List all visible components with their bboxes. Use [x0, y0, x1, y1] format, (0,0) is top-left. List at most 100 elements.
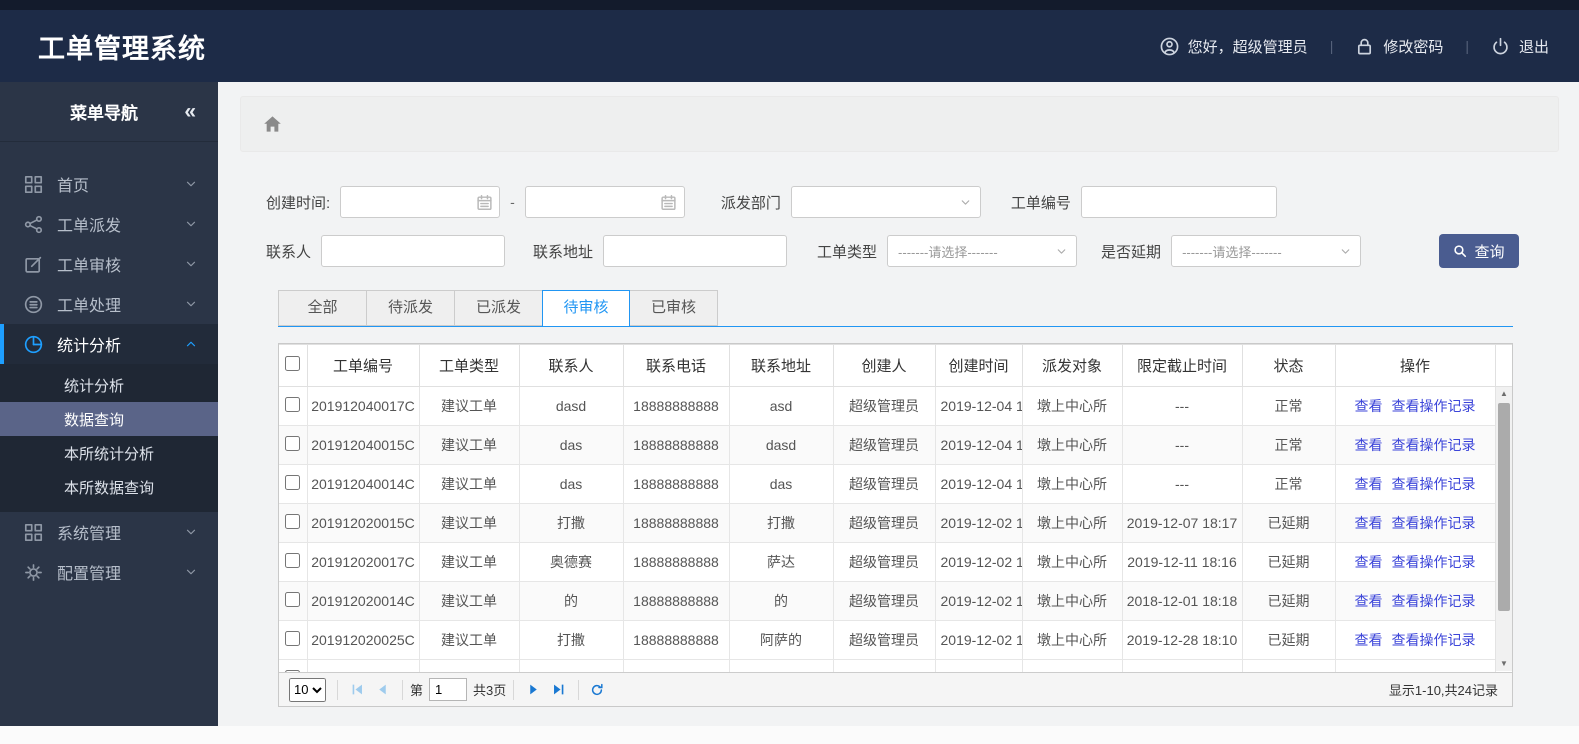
row-checkbox[interactable] [285, 514, 301, 529]
view-log-link[interactable]: 查看操作记录 [1392, 515, 1476, 531]
view-log-link[interactable]: 查看操作记录 [1392, 437, 1476, 453]
delay-select[interactable]: -------请选择------- [1171, 235, 1362, 267]
view-link[interactable]: 查看 [1355, 515, 1383, 531]
chevron-down-icon [184, 257, 198, 271]
create-time-start-input[interactable] [341, 187, 470, 217]
status-badge: 已延期 [1241, 620, 1336, 660]
next-page-button[interactable] [525, 681, 542, 698]
select-all-checkbox-cell [279, 344, 308, 387]
search-icon [1453, 244, 1467, 258]
table-row: 201912020015C 建议工单 打撒 18888888888 打撒 超级管理员 201… [279, 503, 1512, 543]
sidebar-collapse-icon[interactable]: « [184, 101, 196, 122]
cell-phone: 18888888888 [622, 581, 730, 621]
submenu-item[interactable]: 数据查询 [0, 402, 218, 436]
last-page-button[interactable] [550, 681, 567, 698]
row-checkbox[interactable] [285, 631, 301, 646]
chevron-down-icon [959, 196, 972, 209]
prev-page-button[interactable] [374, 681, 391, 698]
column-header: 限定截止时间 [1121, 344, 1243, 387]
table-row: 201912040015C 建议工单 das 18888888888 dasd 超级管理员… [279, 425, 1512, 465]
cell-creator: 超级管理员 [832, 425, 936, 465]
submenu-item[interactable]: 本所数据查询 [0, 470, 218, 504]
view-log-link[interactable]: 查看操作记录 [1392, 476, 1476, 492]
view-link[interactable]: 查看 [1355, 593, 1383, 609]
database-icon [24, 295, 43, 314]
logout-button[interactable]: 退出 [1491, 36, 1549, 57]
row-actions: 查看 查看操作记录 [1334, 425, 1496, 465]
user-greeting[interactable]: 您好，超级管理员 [1160, 36, 1308, 57]
view-log-link[interactable]: 查看操作记录 [1392, 398, 1476, 414]
address-input[interactable] [603, 235, 788, 267]
view-log-link[interactable]: 查看操作记录 [1392, 632, 1476, 648]
tab-0[interactable]: 全部 [278, 290, 366, 326]
calendar-icon[interactable] [654, 187, 684, 217]
row-actions: 查看 查看操作记录 [1334, 503, 1496, 543]
sidebar-item-2[interactable]: 工单审核 [0, 244, 218, 284]
chevron-down-icon [184, 565, 198, 579]
page-number-input[interactable] [429, 678, 468, 701]
column-header: 创建人 [832, 344, 936, 387]
scroll-up-arrow[interactable]: ▲ [1496, 387, 1512, 401]
user-icon [1160, 37, 1179, 56]
tab-4[interactable]: 已审核 [630, 290, 718, 326]
submenu-item[interactable]: 统计分析 [0, 368, 218, 402]
view-log-link[interactable]: 查看操作记录 [1392, 554, 1476, 570]
scroll-down-arrow[interactable]: ▼ [1496, 657, 1512, 671]
search-button[interactable]: 查询 [1439, 234, 1519, 268]
select-all-checkbox[interactable] [285, 356, 301, 371]
row-checkbox[interactable] [285, 553, 301, 568]
view-link[interactable]: 查看 [1355, 554, 1383, 570]
column-header: 工单类型 [418, 344, 520, 387]
sidebar-item-4[interactable]: 统计分析 [0, 324, 218, 364]
cell-order_no: 201912040017C [306, 386, 420, 426]
tab-1[interactable]: 待派发 [366, 290, 454, 326]
tab-2[interactable]: 已派发 [454, 290, 542, 326]
sidebar-item-6[interactable]: 配置管理 [0, 552, 218, 592]
header-divider: | [1465, 38, 1469, 54]
sidebar-title: 菜单导航 [70, 104, 138, 123]
first-page-button[interactable] [349, 681, 366, 698]
calendar-icon[interactable] [469, 187, 499, 217]
sidebar-item-3[interactable]: 工单处理 [0, 284, 218, 324]
sidebar-item-0[interactable]: 首页 [0, 164, 218, 204]
refresh-icon[interactable] [588, 681, 605, 698]
cell-creator: 超级管理员 [832, 620, 936, 660]
cell-created_at: 2019-12-04 15 [934, 464, 1023, 504]
row-checkbox[interactable] [285, 670, 301, 672]
cell-deadline: 2019-12-11 18:16 [1121, 542, 1243, 582]
dispatch-dept-select[interactable] [790, 186, 981, 218]
sidebar: 菜单导航 « 首页 工单派发 工单审核 工单处理 统计分析 统计分析 数据查询 本所统计分析本… [0, 82, 218, 726]
edit-icon [24, 255, 43, 274]
view-link[interactable]: 查看 [1355, 632, 1383, 648]
page-size-select[interactable]: 10 [289, 677, 326, 702]
row-checkbox[interactable] [285, 436, 301, 451]
column-header: 派发对象 [1021, 344, 1123, 387]
cell-created_at: 2019-12-04 15 [934, 386, 1023, 426]
column-header: 联系人 [518, 344, 624, 387]
table-row: 201912020017C 建议工单 奥德赛 18888888888 萨达 超级管理员 20… [279, 542, 1512, 582]
submenu-item[interactable]: 本所统计分析 [0, 436, 218, 470]
order-no-input[interactable] [1080, 186, 1277, 218]
change-password-button[interactable]: 修改密码 [1355, 36, 1443, 57]
scrollbar-thumb[interactable] [1498, 403, 1510, 611]
view-log-link[interactable]: 查看操作记录 [1392, 593, 1476, 609]
sidebar-item-1[interactable]: 工单派发 [0, 204, 218, 244]
row-checkbox[interactable] [285, 475, 301, 490]
contact-input[interactable] [321, 235, 506, 267]
table-row: 201912020025C 建议工单 打撒 18888888888 阿萨的 超级管理员 20… [279, 620, 1512, 660]
view-link[interactable]: 查看 [1355, 476, 1383, 492]
create-time-end-input[interactable] [525, 187, 654, 217]
table-row: 201912040014C 建议工单 das 18888888888 das 超级管理员 2… [279, 464, 1512, 504]
order-type-select[interactable]: -------请选择------- [887, 235, 1078, 267]
tab-3[interactable]: 待审核 [542, 290, 630, 327]
share-icon [24, 215, 43, 234]
view-link[interactable]: 查看 [1355, 437, 1383, 453]
sidebar-item-5[interactable]: 系统管理 [0, 512, 218, 552]
pagination-bar: 10 第 共3页 显示1-10,共24记录 [279, 672, 1512, 706]
row-checkbox[interactable] [285, 397, 301, 412]
row-checkbox[interactable] [285, 592, 301, 607]
status-badge: 已延期 [1241, 503, 1336, 543]
view-link[interactable]: 查看 [1355, 398, 1383, 414]
home-icon[interactable] [263, 115, 282, 134]
status-badge: 正常 [1241, 464, 1336, 504]
